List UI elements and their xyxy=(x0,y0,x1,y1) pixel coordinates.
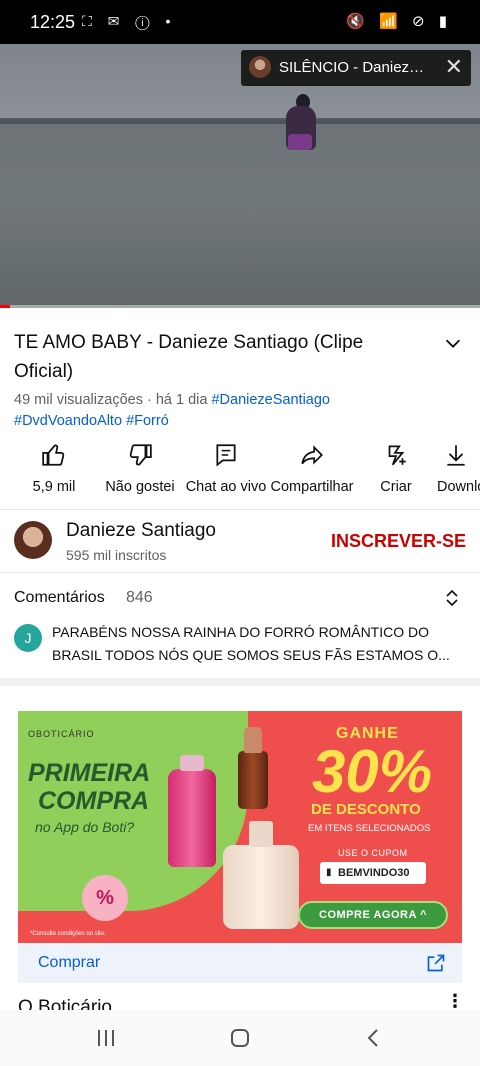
like-count: 5,9 mil xyxy=(32,479,76,495)
dislike-label: Não gostei xyxy=(105,479,175,495)
chevron-down-icon[interactable] xyxy=(442,332,464,354)
system-nav-bar xyxy=(0,1010,480,1066)
ad-discount: 30% xyxy=(312,738,433,805)
home-icon[interactable] xyxy=(228,1026,252,1050)
ad-cta-button[interactable]: COMPRE AGORA ^ xyxy=(298,901,448,929)
hashtag-link[interactable]: #Forró xyxy=(126,413,169,429)
divider xyxy=(0,509,480,510)
commenter-avatar: J xyxy=(14,624,42,652)
like-button[interactable]: 5,9 mil xyxy=(9,440,99,495)
percent-badge: % xyxy=(82,875,128,921)
video-meta: 49 mil visualizações · há 1 dia #Danieze… xyxy=(14,390,454,432)
create-remix-icon xyxy=(388,445,406,466)
create-button[interactable]: Criar xyxy=(351,440,441,495)
video-title[interactable]: TE AMO BABY - Danieze Santiago (Clipe Of… xyxy=(14,328,424,386)
comments-header[interactable]: Comentários xyxy=(14,589,105,607)
thumbs-down-icon xyxy=(129,444,152,466)
notification-icons: ⛶ ✉ ⓘ • xyxy=(82,13,177,29)
video-player[interactable]: SILÊNCIO - Danieze Santiago ✕ xyxy=(0,44,480,308)
more-vert-icon[interactable]: ⋮ xyxy=(446,992,464,1010)
video-progress-bar[interactable] xyxy=(0,305,480,308)
serum-bottle-image xyxy=(238,727,268,809)
status-time: 12:25 xyxy=(30,12,76,32)
ad-discount-label: DE DESCONTO xyxy=(311,801,421,818)
video-shoreline xyxy=(0,118,480,124)
hashtag-link[interactable]: #DvdVoandoAlto xyxy=(14,413,122,429)
view-count: 49 mil visualizações xyxy=(14,392,143,408)
ad-coupon-label: USE O CUPOM xyxy=(338,848,408,858)
create-label: Criar xyxy=(380,479,412,495)
section-separator xyxy=(0,678,480,686)
video-figure-skirt xyxy=(288,134,312,150)
upload-date: · há 1 dia xyxy=(146,392,208,408)
perfume-bottle-image xyxy=(168,755,216,867)
top-comment-text[interactable]: PARABÉNS NOSSA RAINHA DO FORRÓ ROMÂNTICO… xyxy=(52,621,462,667)
system-status-icons: 🔇 📶 ⊘ ▮ xyxy=(346,13,452,30)
status-bar: 12:25 ⛶ ✉ ⓘ • 🔇 📶 ⊘ ▮ xyxy=(0,0,480,44)
miniplayer-title: SILÊNCIO - Danieze Santiago xyxy=(279,59,431,76)
dislike-button[interactable]: Não gostei xyxy=(95,440,185,495)
comments-count: 846 xyxy=(126,589,153,606)
share-icon xyxy=(301,445,323,465)
download-icon xyxy=(447,445,465,466)
ad-banner[interactable]: OBOTICÁRIO PRIMEIRA COMPRA no App do Bot… xyxy=(18,711,462,943)
close-icon[interactable]: ✕ xyxy=(445,56,463,78)
back-icon[interactable] xyxy=(362,1026,386,1050)
share-label: Compartilhar xyxy=(270,479,354,495)
ad-headline-2: COMPRA xyxy=(38,787,150,815)
miniplayer-thumbnail xyxy=(249,56,271,78)
expand-icon[interactable] xyxy=(444,588,460,608)
ad-subheadline: no App do Boti? xyxy=(35,819,135,835)
miniplayer[interactable]: SILÊNCIO - Danieze Santiago ✕ xyxy=(241,50,471,86)
ad-fine-print: *Consulte condições no site. xyxy=(30,931,106,937)
action-row: 5,9 mil Não gostei Chat ao vivo Comparti… xyxy=(0,440,480,500)
hashtag-link[interactable]: #DaniezeSantiago xyxy=(211,392,330,408)
advertiser-name[interactable]: O Boticário xyxy=(18,996,112,1010)
chat-icon xyxy=(216,444,236,467)
download-button[interactable]: Download xyxy=(437,440,480,495)
buy-link[interactable]: Comprar xyxy=(38,954,100,972)
recent-apps-icon[interactable] xyxy=(94,1026,118,1050)
subscribe-button[interactable]: INSCREVER-SE xyxy=(331,531,466,552)
live-chat-button[interactable]: Chat ao vivo xyxy=(181,440,271,495)
download-label: Download xyxy=(437,479,480,495)
video-progress-fill xyxy=(0,305,10,308)
ad-headline-1: PRIMEIRA xyxy=(28,759,151,787)
divider xyxy=(0,572,480,573)
channel-name[interactable]: Danieze Santiago xyxy=(66,520,216,542)
live-chat-label: Chat ao vivo xyxy=(185,479,267,495)
ad-buy-bar[interactable]: Comprar xyxy=(18,943,462,983)
channel-avatar[interactable] xyxy=(14,521,52,559)
subscriber-count: 595 mil inscritos xyxy=(66,547,167,563)
ad-items-label: EM ITENS SELECIONADOS xyxy=(308,823,431,834)
ad-coupon-code: BEMVINDO30 xyxy=(320,862,426,884)
external-link-icon[interactable] xyxy=(426,953,446,973)
ad-brand-logo: OBOTICÁRIO xyxy=(28,729,95,739)
share-button[interactable]: Compartilhar xyxy=(267,440,357,495)
perfume-bottle-image xyxy=(223,821,299,929)
thumbs-up-icon xyxy=(42,444,65,466)
